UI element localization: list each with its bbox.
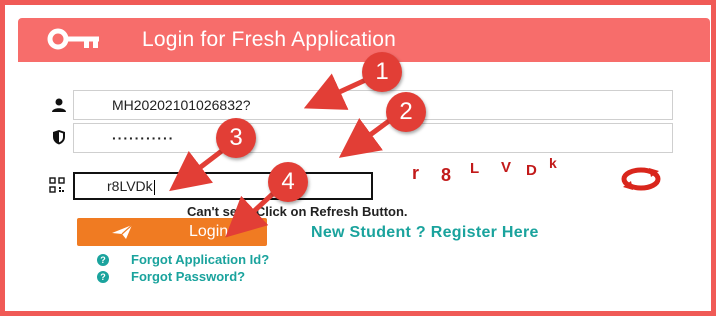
key-icon	[47, 28, 99, 50]
page-title: Login for Fresh Application	[142, 28, 397, 51]
question-icon: ?	[97, 254, 109, 266]
forgot-application-id-link[interactable]: Forgot Application Id?	[131, 252, 269, 267]
password-input[interactable]: ···········	[73, 123, 673, 153]
user-icon	[52, 98, 66, 112]
register-link[interactable]: New Student ? Register Here	[311, 224, 539, 242]
callout-1: 1	[362, 52, 402, 92]
login-button[interactable]: Login	[77, 218, 267, 246]
captcha-glyphs: r 8 L V D k	[412, 155, 557, 185]
application-id-value: MH20202101026832?	[112, 97, 251, 113]
send-icon	[112, 224, 133, 239]
callout-4: 4	[268, 162, 308, 202]
application-id-input[interactable]: MH20202101026832?	[73, 90, 673, 120]
svg-text:r: r	[412, 163, 419, 183]
login-panel: Login for Fresh Application MH2020210102…	[0, 0, 716, 316]
captcha-input[interactable]: r8LVDk	[73, 172, 373, 200]
question-icon: ?	[97, 271, 109, 283]
callout-3: 3	[216, 118, 256, 158]
svg-text:8: 8	[441, 165, 451, 185]
forgot-password-link[interactable]: Forgot Password?	[131, 269, 245, 284]
text-caret	[153, 179, 155, 195]
refresh-icon[interactable]	[619, 166, 663, 192]
qr-icon	[49, 177, 65, 193]
panel-header: Login for Fresh Application	[18, 18, 710, 62]
shield-icon	[53, 130, 65, 145]
captcha-input-value: r8LVDk	[107, 178, 153, 194]
login-button-label: Login	[189, 223, 229, 240]
svg-text:D: D	[526, 162, 537, 179]
captcha-hint: Can't see? Click on Refresh Button.	[187, 204, 408, 219]
callout-2: 2	[386, 92, 426, 132]
svg-text:k: k	[549, 155, 557, 171]
password-value: ···········	[112, 130, 175, 146]
captcha-image: r 8 L V D k	[409, 155, 589, 189]
svg-text:L: L	[470, 160, 479, 177]
svg-text:V: V	[501, 159, 511, 176]
